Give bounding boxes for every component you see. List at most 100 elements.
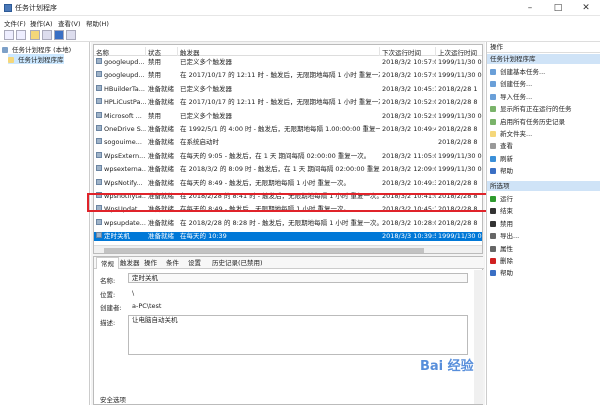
col-trigger[interactable]: 触发器 bbox=[180, 47, 380, 57]
cell-next: 2018/3/2 11:05:00 bbox=[382, 151, 436, 160]
actions-section-selected[interactable]: 所选项 bbox=[487, 181, 600, 191]
cell-trigger: 在系统启动时 bbox=[180, 138, 219, 147]
cell-name: Microsoft ... bbox=[104, 111, 142, 120]
cell-next: 2018/3/2 10:52:03 bbox=[382, 111, 436, 120]
tab-actions[interactable]: 操作 bbox=[140, 257, 161, 269]
action-item[interactable]: 导入任务... bbox=[490, 91, 532, 101]
action-item[interactable]: 创建基本任务... bbox=[490, 66, 545, 76]
table-row[interactable]: WpsNotify... 准备就绪 在每天的 8:49 - 触发后，无限期地每隔 1… bbox=[94, 178, 482, 188]
action-label: 删除 bbox=[500, 257, 513, 265]
col-next-run[interactable]: 下次运行时间 bbox=[382, 47, 436, 57]
tab-history[interactable]: 历史记录(已禁用) bbox=[208, 257, 267, 269]
forward-icon[interactable] bbox=[16, 30, 26, 40]
action-label: 帮助 bbox=[500, 167, 513, 176]
col-name[interactable]: 名称 bbox=[96, 47, 146, 57]
table-row[interactable]: WpsExtern... 准备就绪 在每天的 9:05 - 触发后，在 1 天 期间… bbox=[94, 151, 482, 161]
tab-conditions[interactable]: 条件 bbox=[162, 257, 183, 269]
menu-view[interactable]: 查看(V) bbox=[58, 18, 81, 28]
cell-trigger: 已定义多个触发器 bbox=[180, 58, 232, 66]
action-item[interactable]: 删除 bbox=[490, 255, 513, 265]
action-item[interactable]: 帮助 bbox=[490, 267, 513, 277]
action-item[interactable]: 结束 bbox=[490, 205, 513, 215]
col-status[interactable]: 状态 bbox=[148, 47, 178, 57]
details-scrollbar[interactable] bbox=[474, 270, 483, 404]
table-row[interactable]: wpsexterna... 准备就绪在 2018/3/2 的 8:09 时 - 触… bbox=[94, 165, 482, 174]
menu-file[interactable]: 文件(F) bbox=[4, 18, 26, 28]
action-icon bbox=[490, 220, 496, 227]
table-row[interactable]: HPLiCustPa... 准备就绪在 2017/10/17 的 12:11 时 … bbox=[94, 98, 482, 107]
name-label: 名称: bbox=[100, 277, 116, 285]
col-last-run[interactable]: 上次运行时间 bbox=[438, 47, 482, 57]
tab-settings[interactable]: 设置 bbox=[184, 257, 205, 269]
action-item[interactable]: 属性 bbox=[490, 243, 513, 253]
table-row[interactable]: HBuilderTa... 准备就绪 已定义多个触发器 2018/3/2 10:45:… bbox=[94, 84, 482, 94]
cell-trigger: 在 1992/5/1 的 4:00 时 - 触发后，无限期地每隔 1.00:00… bbox=[180, 125, 380, 133]
action-item[interactable]: 刷新 bbox=[490, 153, 513, 163]
action-label: 帮助 bbox=[500, 269, 513, 278]
cell-name: googleupd... bbox=[104, 71, 145, 80]
action-label: 新文件夹... bbox=[500, 130, 533, 138]
pane-icon[interactable] bbox=[66, 30, 76, 40]
cell-next: 2018/3/3 10:39:57 bbox=[382, 232, 436, 241]
action-label: 导出... bbox=[500, 232, 520, 241]
app-icon bbox=[4, 4, 12, 12]
menu-action[interactable]: 操作(A) bbox=[30, 18, 53, 28]
close-button[interactable]: ✕ bbox=[572, 0, 600, 16]
cell-trigger: 已定义多个触发器 bbox=[180, 111, 232, 120]
table-row[interactable]: wpsupdate... 准备就绪在 2018/2/28 的 8:28 时 - 触… bbox=[94, 218, 482, 228]
help-icon[interactable] bbox=[54, 30, 64, 40]
task-icon bbox=[96, 151, 102, 158]
tree-item-library[interactable]: 任务计划程序库 bbox=[8, 54, 64, 64]
name-field[interactable]: 定时关机 bbox=[128, 273, 468, 283]
cell-trigger: 在每天的 9:05 - 触发后，在 1 天 期间每隔 02:00:00 重复一次… bbox=[180, 151, 371, 160]
cell-next: 2018/3/2 10:28:00 bbox=[382, 218, 436, 227]
table-row[interactable]: sogouime... 准备就绪 在系统启动时 2018/2/28 8 bbox=[94, 138, 482, 147]
tree-root[interactable]: 任务计划程序 (本地) bbox=[2, 44, 71, 54]
menu-help[interactable]: 帮助(H) bbox=[86, 18, 109, 28]
minimize-button[interactable]: – bbox=[516, 0, 544, 16]
table-row[interactable]: OneDrive S... 准备就绪在 1992/5/1 的 4:00 时 - 触… bbox=[94, 125, 482, 134]
actions-section-library[interactable]: 任务计划程序库 bbox=[487, 54, 600, 64]
action-label: 结束 bbox=[500, 207, 513, 216]
actions-pane: 操作 任务计划程序库 创建基本任务... 创建任务... 导入任务... 显示所有正在… bbox=[486, 42, 600, 405]
navigation-tree: 任务计划程序 (本地) 任务计划程序库 bbox=[0, 42, 90, 405]
action-item[interactable]: 显示所有正在运行的任务 bbox=[490, 103, 572, 113]
cell-last: 1999/11/30 0 bbox=[438, 151, 482, 160]
action-item[interactable]: 禁用 bbox=[490, 218, 513, 228]
cell-name: 定时关机 bbox=[104, 232, 130, 241]
back-icon[interactable] bbox=[4, 30, 14, 40]
action-icon bbox=[490, 155, 496, 162]
toolbar bbox=[0, 29, 600, 42]
action-item[interactable]: 导出... bbox=[490, 230, 519, 240]
action-label: 查看 bbox=[500, 142, 513, 151]
cell-trigger: 已定义多个触发器 bbox=[180, 84, 232, 93]
cell-name: sogouime... bbox=[104, 138, 142, 147]
task-icon bbox=[96, 218, 102, 225]
action-icon bbox=[490, 168, 496, 175]
center-pane: 名称 状态 触发器 下次运行时间 上次运行时间 googleupd... 禁用 已定… bbox=[91, 42, 485, 405]
action-item[interactable]: 新文件夹... bbox=[490, 128, 532, 138]
cell-status: 准备就绪 bbox=[148, 151, 174, 160]
table-row[interactable]: 定时关机 准备就绪在每天的 10:39 2018/3/3 10:39:571999/… bbox=[94, 232, 482, 241]
folder-icon[interactable] bbox=[30, 30, 40, 40]
cell-next: 2018/3/2 10:45:11 bbox=[382, 84, 436, 93]
cell-next: 2018/3/2 10:57:03 bbox=[382, 58, 436, 66]
maximize-button[interactable]: □ bbox=[544, 0, 572, 16]
table-row[interactable]: Microsoft ... 禁用 已定义多个触发器 2018/3/2 10:52:03… bbox=[94, 111, 482, 121]
action-item[interactable]: 创建任务... bbox=[490, 78, 532, 88]
action-item[interactable]: 查看 bbox=[490, 140, 513, 150]
task-icon bbox=[96, 232, 102, 239]
cell-name: WpsExtern... bbox=[104, 151, 146, 160]
cell-next: 2018/3/2 12:09:00 bbox=[382, 165, 436, 174]
table-row[interactable]: googleupd... 禁用 在 2017/10/17 的 12:11 时 - 触… bbox=[94, 71, 482, 80]
cell-next: 2018/3/2 10:49:47 bbox=[382, 125, 436, 133]
action-item[interactable]: 帮助 bbox=[490, 165, 513, 175]
table-row[interactable]: googleupd...禁用 已定义多个触发器 2018/3/2 10:57:031… bbox=[94, 58, 482, 67]
action-item[interactable]: 运行 bbox=[490, 193, 513, 203]
action-item[interactable]: 启用所有任务历史记录 bbox=[490, 116, 565, 126]
description-field[interactable]: 让电脑自动关机 bbox=[128, 315, 468, 355]
console-icon[interactable] bbox=[42, 30, 52, 40]
horizontal-scrollbar[interactable] bbox=[94, 245, 482, 253]
clock-icon bbox=[2, 47, 8, 53]
scroll-thumb[interactable] bbox=[104, 248, 424, 253]
